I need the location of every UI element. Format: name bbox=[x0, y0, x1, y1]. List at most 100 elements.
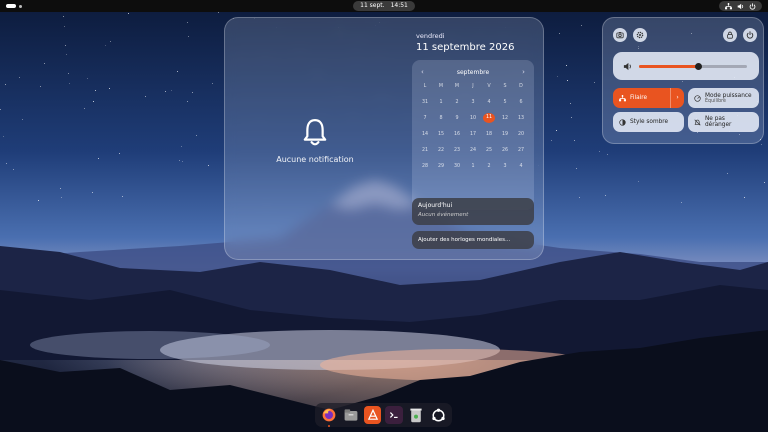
screenshot-icon bbox=[616, 32, 624, 39]
calendar-day[interactable]: 7 bbox=[417, 114, 433, 124]
weekday-header-row: LMMJVSD bbox=[417, 82, 529, 92]
volume-slider[interactable] bbox=[639, 63, 747, 70]
bell-icon bbox=[303, 118, 327, 146]
dark-style-toggle[interactable]: Style sombre bbox=[613, 112, 684, 132]
clock-date: 11 sept. bbox=[360, 2, 385, 9]
power-mode-label: Mode puissance bbox=[705, 92, 752, 99]
dark-style-icon bbox=[619, 118, 626, 126]
calendar-day[interactable]: 13 bbox=[513, 114, 529, 124]
calendar-day[interactable]: 29 bbox=[433, 162, 449, 172]
screenshot-button[interactable] bbox=[613, 28, 627, 42]
calendar-day[interactable]: 20 bbox=[513, 130, 529, 140]
calendar-day[interactable]: 1 bbox=[433, 98, 449, 108]
calendar-day[interactable]: 4 bbox=[481, 98, 497, 108]
date-header[interactable]: vendredi 11 septembre 2026 bbox=[416, 32, 514, 53]
full-date-label: 11 septembre 2026 bbox=[416, 42, 515, 53]
calendar-day[interactable]: 27 bbox=[513, 146, 529, 156]
calendar-day[interactable]: 2 bbox=[449, 98, 465, 108]
terminal-icon[interactable] bbox=[385, 406, 404, 424]
files-logo bbox=[344, 409, 358, 421]
calendar-day[interactable]: 30 bbox=[449, 162, 465, 172]
quick-settings-panel: Filaire › Mode puissance Équilibré Style… bbox=[602, 17, 764, 144]
events-card[interactable]: Aujourd'hui Aucun événement bbox=[412, 198, 534, 225]
running-indicator bbox=[328, 425, 330, 427]
calendar-day[interactable]: 17 bbox=[465, 130, 481, 140]
power-button[interactable] bbox=[743, 28, 757, 42]
calendar-day[interactable]: 21 bbox=[417, 146, 433, 156]
calendar-day[interactable]: 24 bbox=[465, 146, 481, 156]
volume-slider-box bbox=[613, 52, 759, 80]
calendar-day[interactable]: 25 bbox=[481, 146, 497, 156]
power-mode-sub: Équilibré bbox=[705, 98, 726, 104]
calendar-day[interactable]: 26 bbox=[497, 146, 513, 156]
calendar-day[interactable]: 15 bbox=[433, 130, 449, 140]
chevron-right-icon[interactable]: › bbox=[670, 88, 684, 108]
calendar-widget: ‹ septembre › LMMJVSD 31 1 2 3 4 5 6 7 8 9 10 11 12 1… bbox=[412, 60, 534, 210]
weekday-header: V bbox=[487, 84, 491, 89]
calendar-day[interactable]: 22 bbox=[433, 146, 449, 156]
weekday-header: M bbox=[454, 84, 460, 89]
calendar-day[interactable]: 12 bbox=[497, 114, 513, 124]
month-header: ‹ septembre › bbox=[412, 66, 534, 78]
show-apps-icon[interactable] bbox=[429, 406, 447, 424]
calendar-day[interactable]: 18 bbox=[481, 130, 497, 140]
no-notifications-text: Aucune notification bbox=[276, 155, 354, 164]
calendar-day[interactable]: 4 bbox=[513, 162, 529, 172]
volume-icon bbox=[737, 3, 744, 9]
calendar-day[interactable]: 31 bbox=[417, 98, 433, 108]
network-icon bbox=[619, 94, 626, 101]
calendar-day[interactable]: 23 bbox=[449, 146, 465, 156]
world-clocks-button[interactable]: Ajouter des horloges mondiales… bbox=[412, 231, 534, 249]
calendar-day[interactable]: 1 bbox=[465, 162, 481, 172]
terminal-logo bbox=[390, 412, 398, 418]
calendar-day[interactable]: 28 bbox=[417, 162, 433, 172]
dark-style-label: Style sombre bbox=[630, 119, 669, 125]
wired-label: Filaire bbox=[630, 95, 648, 101]
clock-button[interactable]: 11 sept. 14:51 bbox=[353, 1, 415, 11]
clock-time: 14:51 bbox=[390, 2, 408, 9]
firefox-icon[interactable] bbox=[320, 406, 338, 427]
volume-slider-handle[interactable] bbox=[695, 63, 703, 70]
weekday-header: M bbox=[438, 84, 444, 89]
calendar-week-row: 31 1 2 3 4 5 6 bbox=[417, 98, 529, 108]
power-mode-toggle[interactable]: Mode puissance Équilibré bbox=[688, 88, 759, 108]
network-icon bbox=[725, 2, 732, 9]
calendar-day[interactable]: 14 bbox=[417, 130, 433, 140]
calendar-week-row: 7 8 9 10 11 12 13 bbox=[417, 113, 529, 124]
calendar-day[interactable]: 16 bbox=[449, 130, 465, 140]
calendar-day[interactable]: 2 bbox=[481, 162, 497, 172]
wired-network-toggle[interactable]: Filaire › bbox=[613, 88, 684, 108]
calendar-day[interactable]: 19 bbox=[497, 130, 513, 140]
calendar-day[interactable]: 3 bbox=[497, 162, 513, 172]
calendar-day[interactable]: 10 bbox=[465, 114, 481, 124]
calendar-day[interactable]: 9 bbox=[449, 114, 465, 124]
top-bar: 11 sept. 14:51 bbox=[0, 0, 768, 12]
date-menu-panel: Aucune notification vendredi 11 septembr… bbox=[224, 17, 544, 260]
workspace-dot-icon bbox=[19, 4, 22, 8]
app-center-icon[interactable] bbox=[363, 406, 382, 424]
volume-icon[interactable] bbox=[623, 62, 632, 71]
chevron-right-icon[interactable]: › bbox=[522, 68, 525, 76]
calendar-day[interactable]: 11 bbox=[483, 113, 495, 123]
system-menu-button[interactable] bbox=[719, 1, 762, 11]
notification-list: Aucune notification bbox=[225, 18, 405, 261]
settings-button[interactable] bbox=[633, 28, 647, 42]
app-center-logo bbox=[367, 409, 378, 420]
trash-logo bbox=[410, 408, 422, 423]
activities-pill-icon bbox=[6, 4, 16, 8]
calendar-week-row: 28 29 30 1 2 3 4 bbox=[417, 162, 529, 172]
power-icon bbox=[749, 2, 756, 10]
lock-button[interactable] bbox=[723, 28, 737, 42]
activities-button[interactable] bbox=[6, 4, 22, 8]
show-apps-logo bbox=[431, 408, 445, 421]
world-clocks-label: Ajouter des horloges mondiales… bbox=[418, 237, 511, 243]
calendar-day[interactable]: 3 bbox=[465, 98, 481, 108]
files-icon[interactable] bbox=[342, 406, 360, 424]
calendar-day[interactable]: 8 bbox=[433, 114, 449, 124]
calendar-day[interactable]: 5 bbox=[497, 98, 513, 108]
do-not-disturb-toggle[interactable]: Ne pas déranger bbox=[688, 112, 759, 132]
chevron-left-icon[interactable]: ‹ bbox=[421, 68, 424, 76]
trash-icon[interactable] bbox=[407, 406, 425, 424]
weekday-label: vendredi bbox=[416, 32, 445, 40]
calendar-day[interactable]: 6 bbox=[513, 98, 529, 108]
